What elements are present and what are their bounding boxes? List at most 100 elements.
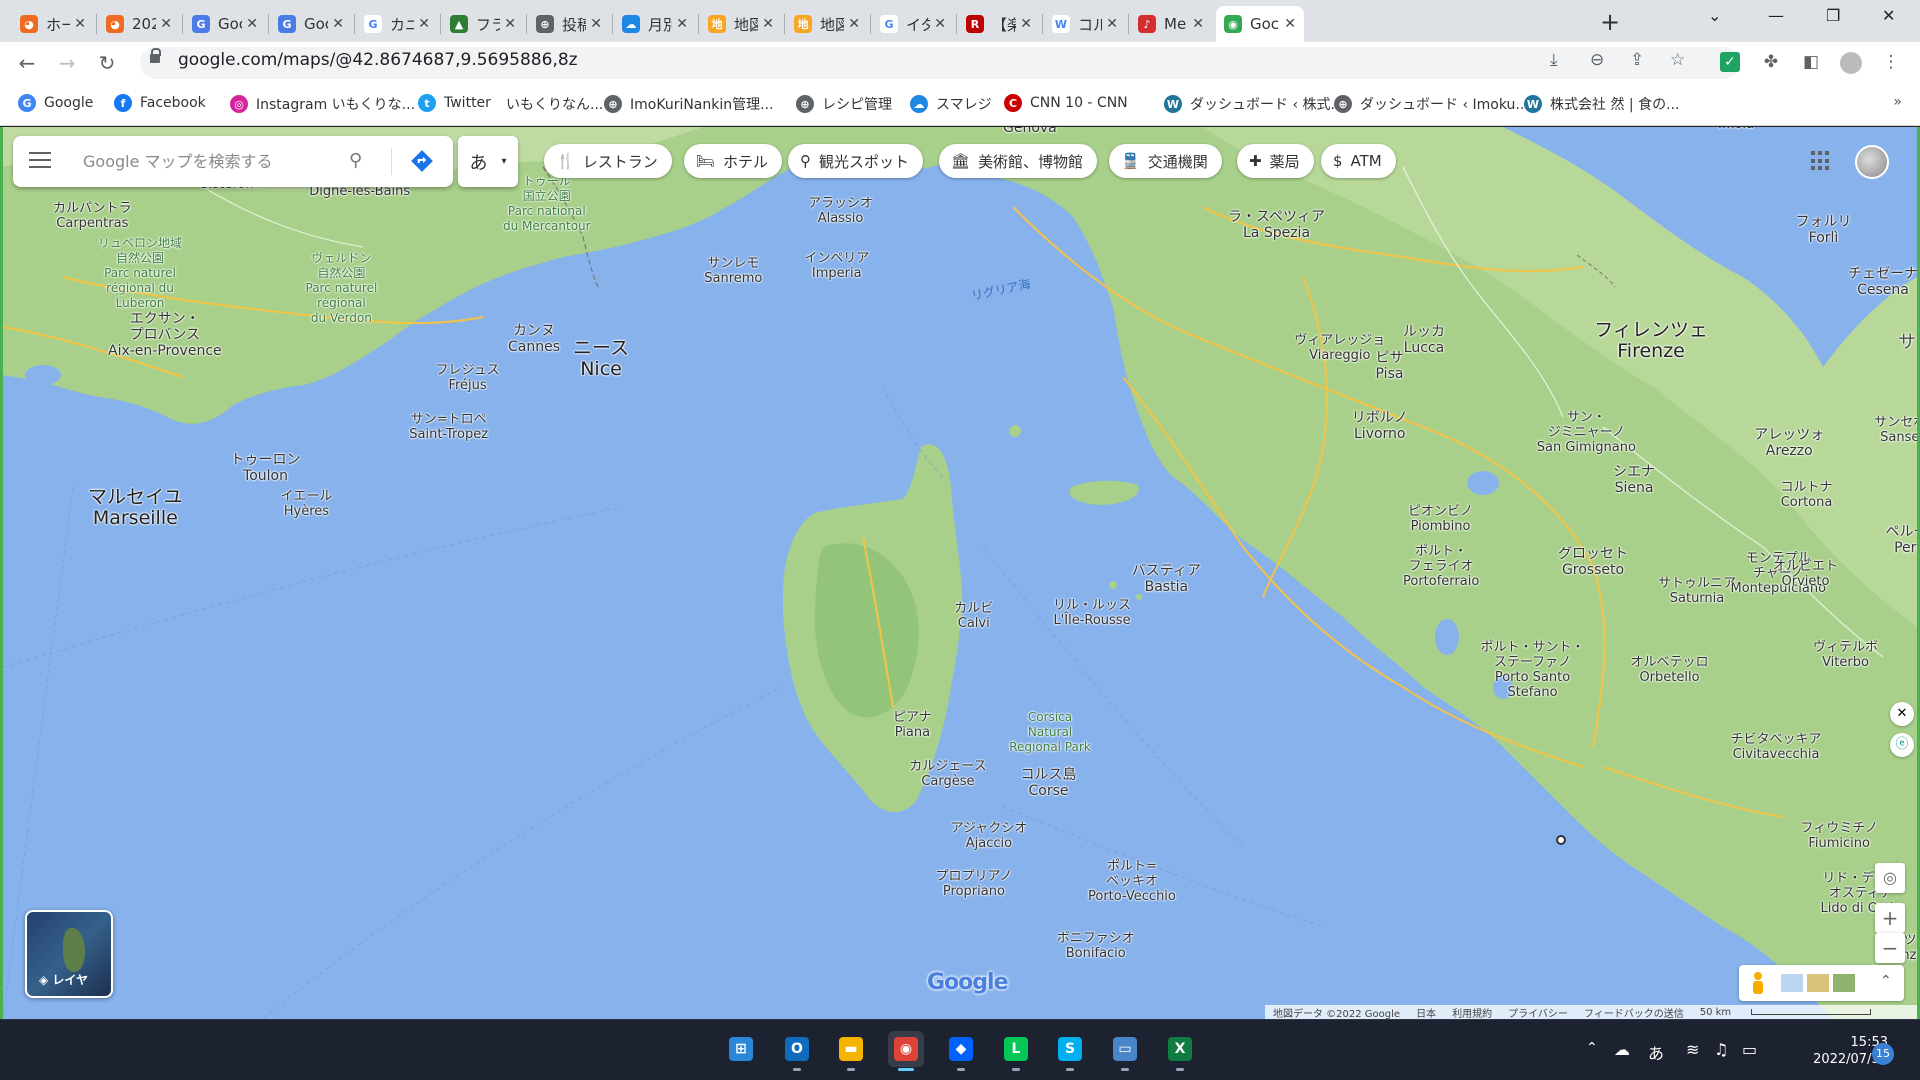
taskbar-app-outlook[interactable]: O xyxy=(779,1031,815,1071)
tab-search-icon[interactable]: ⌄ xyxy=(1708,6,1721,25)
tab-close-icon[interactable]: ✕ xyxy=(1020,16,1032,32)
map-place-label[interactable]: サンレモ Sanremo xyxy=(704,256,762,286)
map-place-label[interactable]: ポルト= ベッキオ Porto-Vecchio xyxy=(1088,859,1176,904)
extensions-puzzle-icon[interactable]: ✤ xyxy=(1760,52,1782,74)
tab-close-icon[interactable]: ✕ xyxy=(1284,16,1296,32)
terrain-tile[interactable] xyxy=(1781,974,1803,992)
my-location-icon[interactable]: ◎ xyxy=(1875,863,1905,893)
google-apps-icon[interactable] xyxy=(1811,151,1831,171)
tab-close-icon[interactable]: ✕ xyxy=(848,16,860,32)
map-place-label[interactable]: チェゼーナ Cesena xyxy=(1848,266,1917,298)
map-place-label[interactable]: フレジュス Fréjus xyxy=(436,363,500,393)
map-place-label[interactable]: ラ・スペツィア La Spezia xyxy=(1228,209,1325,241)
lock-icon[interactable] xyxy=(150,48,161,64)
zoom-icon[interactable]: ⊖ xyxy=(1590,50,1604,70)
zoom-in-button[interactable]: + xyxy=(1875,903,1905,933)
browser-tab[interactable]: ⊕ 投稿 ✕ xyxy=(528,6,610,42)
map-place-label[interactable]: イエール Hyères xyxy=(281,489,333,519)
map-place-label[interactable]: コルス島 Corse xyxy=(1021,767,1077,799)
url-text[interactable]: google.com/maps/@42.8674687,9.5695886,8z xyxy=(178,50,578,70)
map-type-strip[interactable]: ⌃ xyxy=(1739,965,1904,1001)
extension-e-icon[interactable]: ⓔ xyxy=(1890,733,1914,757)
profile-avatar[interactable] xyxy=(1840,52,1862,74)
map-place-label[interactable]: エクサン・ プロバンス Aix-en-Provence xyxy=(108,311,222,359)
install-app-icon[interactable]: ⤓ xyxy=(1550,50,1558,70)
map-place-label[interactable]: コルトナ Cortona xyxy=(1781,480,1833,510)
map-place-label[interactable]: ボニファシオ Bonifacio xyxy=(1057,931,1135,961)
map-place-label[interactable]: フィレンツェ Firenze xyxy=(1594,320,1708,362)
bookmark-item[interactable]: W 株式会社 然 | 食の... xyxy=(1524,94,1679,114)
map-place-label[interactable]: サトゥルニア Saturnia xyxy=(1658,576,1736,606)
minimize-button[interactable]: — xyxy=(1768,6,1784,25)
browser-tab[interactable]: G Goc✕ xyxy=(184,6,266,42)
layers-button[interactable]: ◈ レイヤ xyxy=(25,910,113,998)
browser-tab[interactable]: R 【楽 ✕ xyxy=(958,6,1040,42)
taskbar-app-start[interactable]: ⊞ xyxy=(723,1031,759,1067)
bookmark-item[interactable]: ⊕ ImoKuriNankin管理... xyxy=(604,94,773,114)
tab-close-icon[interactable]: ✕ xyxy=(1106,16,1118,32)
browser-tab[interactable]: ☁ 月別 ✕ xyxy=(614,6,696,42)
side-panel-icon[interactable]: ◧ xyxy=(1800,52,1822,74)
hamburger-menu-icon[interactable] xyxy=(29,152,51,170)
bookmark-item[interactable]: t Twitter xyxy=(418,94,491,112)
taskbar-app-skype[interactable]: S xyxy=(1052,1031,1088,1071)
tab-close-icon[interactable]: ✕ xyxy=(332,16,344,32)
map-place-label[interactable]: オルビエト Orvieto xyxy=(1773,559,1838,589)
satellite-tile[interactable] xyxy=(1833,974,1855,992)
new-tab-button[interactable]: + xyxy=(1600,8,1620,36)
tab-close-icon[interactable]: ✕ xyxy=(590,16,602,32)
category-chip[interactable]: ✚ 薬局 xyxy=(1237,144,1314,178)
bookmark-item[interactable]: ⊕ ダッシュボード ‹ Imoku... xyxy=(1334,94,1529,114)
map-place-label[interactable]: Corsica Natural Regional Park xyxy=(1009,710,1091,755)
map-place-label[interactable]: トゥーロン Toulon xyxy=(231,452,301,484)
scale-label[interactable]: 50 km xyxy=(1700,1007,1887,1018)
zoom-out-button[interactable]: − xyxy=(1875,933,1905,963)
bookmarks-overflow-icon[interactable]: » xyxy=(1893,94,1902,110)
privacy-link[interactable]: プライバシー xyxy=(1508,1005,1568,1020)
bookmark-item[interactable]: C CNN 10 - CNN xyxy=(1004,94,1128,112)
map-place-label[interactable]: Imola xyxy=(1718,127,1754,132)
map-place-label[interactable]: ピアナ Piana xyxy=(893,710,932,740)
map-place-label[interactable]: アラッシオ Alassio xyxy=(808,196,873,226)
map-place-label[interactable]: サン=トロペ Saint-Tropez xyxy=(409,412,488,442)
map-place-label[interactable]: シエナ Siena xyxy=(1613,464,1655,496)
reload-icon[interactable]: ↻ xyxy=(94,50,120,76)
map-place-label[interactable]: ヴェルドン 自然公園 Parc naturel régional du Verd… xyxy=(306,251,378,326)
map-place-label[interactable]: ポルト・ フェライオ Portoferraio xyxy=(1403,544,1479,589)
map-place-label[interactable]: チビタベッキア Civitavecchia xyxy=(1731,732,1822,762)
browser-tab[interactable]: 地地図 ✕ xyxy=(786,6,868,42)
category-chip[interactable]: 🛏 ホテル xyxy=(684,144,783,178)
browser-tab[interactable]: ◕ 202 ✕ xyxy=(98,6,180,42)
map-place-label[interactable]: カンヌ Cannes xyxy=(508,323,560,355)
notification-badge[interactable]: 15 xyxy=(1872,1043,1894,1065)
map-place-label[interactable]: リル・ルッス L'Île-Rousse xyxy=(1053,598,1131,628)
browser-menu-icon[interactable]: ⋮ xyxy=(1880,52,1902,74)
extension-check-icon[interactable]: ✓ xyxy=(1720,52,1740,72)
tab-close-icon[interactable]: ✕ xyxy=(676,16,688,32)
chevron-up-icon[interactable]: ⌃ xyxy=(1880,973,1892,989)
bookmark-item[interactable]: f Facebook xyxy=(114,94,206,112)
category-chip[interactable]: ⚲ 観光スポット xyxy=(788,144,924,178)
back-arrow-icon[interactable]: ← xyxy=(14,50,40,76)
browser-tab[interactable]: ◉ Goc ✕ xyxy=(1216,6,1304,42)
category-chip[interactable]: 🏛 美術館、博物館 xyxy=(939,144,1098,178)
tab-close-icon[interactable]: ✕ xyxy=(160,16,172,32)
bookmark-item[interactable]: W ダッシュボード ‹ 株式... xyxy=(1164,94,1344,114)
close-window-button[interactable]: ✕ xyxy=(1882,6,1895,25)
browser-tab[interactable]: W コル ✕ xyxy=(1044,6,1126,42)
traffic-tile[interactable] xyxy=(1807,974,1829,992)
map-place-label[interactable]: カルパントラ Carpentras xyxy=(53,201,132,231)
browser-tab[interactable]: G カニ ✕ xyxy=(356,6,438,42)
taskbar-app-explorer[interactable]: ▬ xyxy=(833,1031,869,1071)
taskbar-app-chrome[interactable]: ◉ xyxy=(888,1031,924,1071)
map-place-label[interactable]: アレッツォ Arezzo xyxy=(1754,427,1824,459)
taskbar-app-dropbox[interactable]: ◆ xyxy=(943,1031,979,1071)
map-place-label[interactable]: グロッセト Grosseto xyxy=(1558,546,1628,578)
wifi-icon[interactable]: ≋ xyxy=(1686,1040,1699,1059)
map-place-label[interactable]: サンセポルクロ Sansepolcro xyxy=(1874,415,1917,445)
pegman-icon[interactable] xyxy=(1751,972,1765,994)
tab-close-icon[interactable]: ✕ xyxy=(504,16,516,32)
restore-button[interactable]: ❐ xyxy=(1826,6,1840,25)
maps-search-input[interactable] xyxy=(83,148,333,174)
map-place-label[interactable]: ピオンビノ Piombino xyxy=(1408,504,1473,534)
